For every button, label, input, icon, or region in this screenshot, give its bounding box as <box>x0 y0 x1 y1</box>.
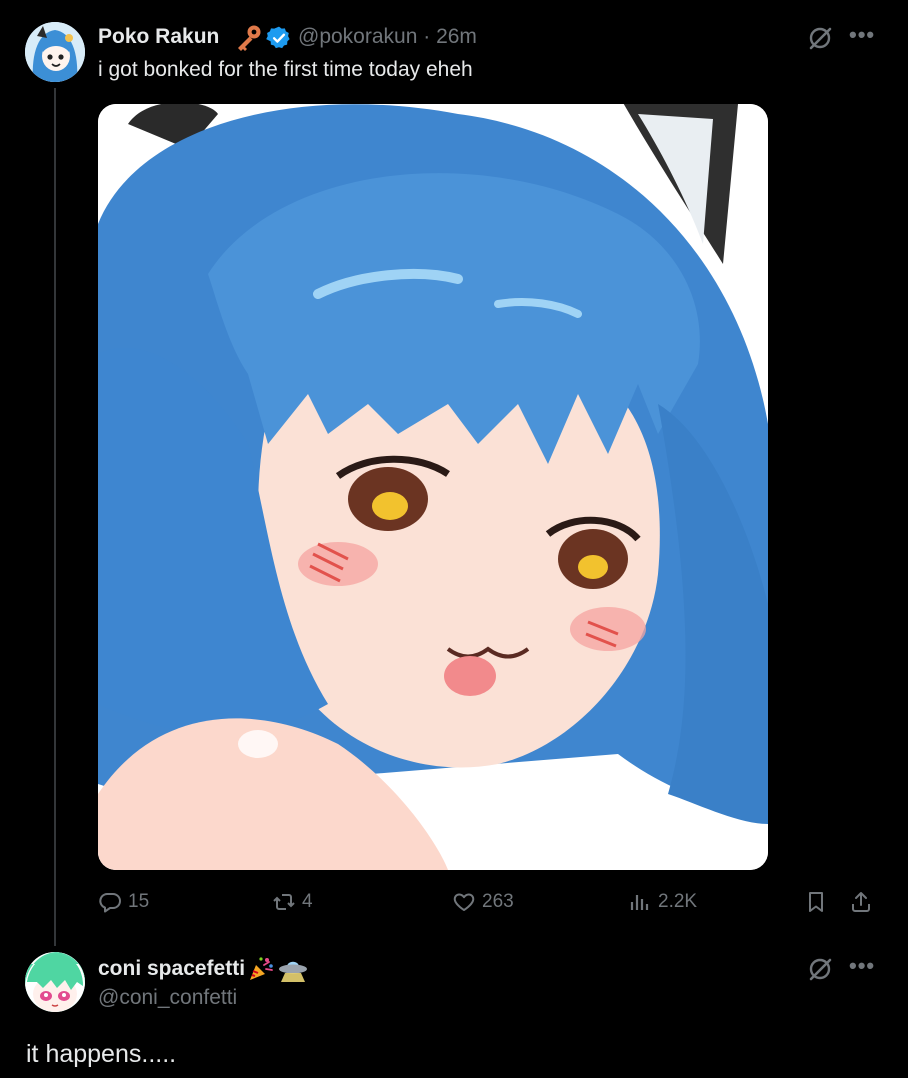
party-popper-icon <box>250 957 273 980</box>
view-count: 2.2K <box>658 891 698 912</box>
display-name[interactable]: coni spacefetti <box>98 957 245 981</box>
reply-icon <box>99 893 121 913</box>
handle[interactable]: @coni_confetti <box>98 986 237 1010</box>
avatar-image <box>25 22 85 82</box>
retweet-count: 4 <box>302 891 313 912</box>
bookmark-icon <box>809 892 823 912</box>
thread-line <box>54 88 56 946</box>
handle-and-time[interactable]: @pokorakun · 26m <box>298 25 477 49</box>
grok-icon[interactable] <box>807 25 833 51</box>
tweet-media-image[interactable] <box>98 104 768 870</box>
handle[interactable]: @pokorakun <box>298 25 417 48</box>
avatar[interactable] <box>25 952 85 1012</box>
share-icon <box>852 892 870 912</box>
like-icon <box>453 893 475 911</box>
bookmark-button[interactable] <box>804 890 828 914</box>
display-name[interactable]: Poko Rakun <box>98 25 219 49</box>
flying-saucer-icon <box>279 961 308 982</box>
views-button[interactable]: 2.2K <box>628 890 697 914</box>
reply-button[interactable]: 15 <box>98 890 149 914</box>
reply-text: it happens..... <box>26 1040 177 1068</box>
timestamp[interactable]: 26m <box>436 25 477 48</box>
display-name-row[interactable]: coni spacefetti <box>98 955 309 983</box>
more-icon[interactable]: ••• <box>849 953 875 979</box>
like-button[interactable]: 263 <box>452 890 514 914</box>
retweet-icon <box>273 894 295 910</box>
views-icon <box>630 895 649 910</box>
avatar[interactable] <box>25 22 85 82</box>
more-icon[interactable]: ••• <box>849 22 875 48</box>
anime-girl-illustration <box>98 104 768 870</box>
separator-dot: · <box>417 25 437 48</box>
grok-icon[interactable] <box>807 956 833 982</box>
reply-count: 15 <box>128 891 150 912</box>
share-button[interactable] <box>849 890 873 914</box>
key-icon <box>233 24 263 52</box>
like-count: 263 <box>482 891 514 912</box>
verified-badge-icon[interactable] <box>266 25 292 51</box>
retweet-button[interactable]: 4 <box>272 890 313 914</box>
avatar-image <box>25 952 85 1012</box>
tweet-text: i got bonked for the first time today eh… <box>98 58 473 81</box>
